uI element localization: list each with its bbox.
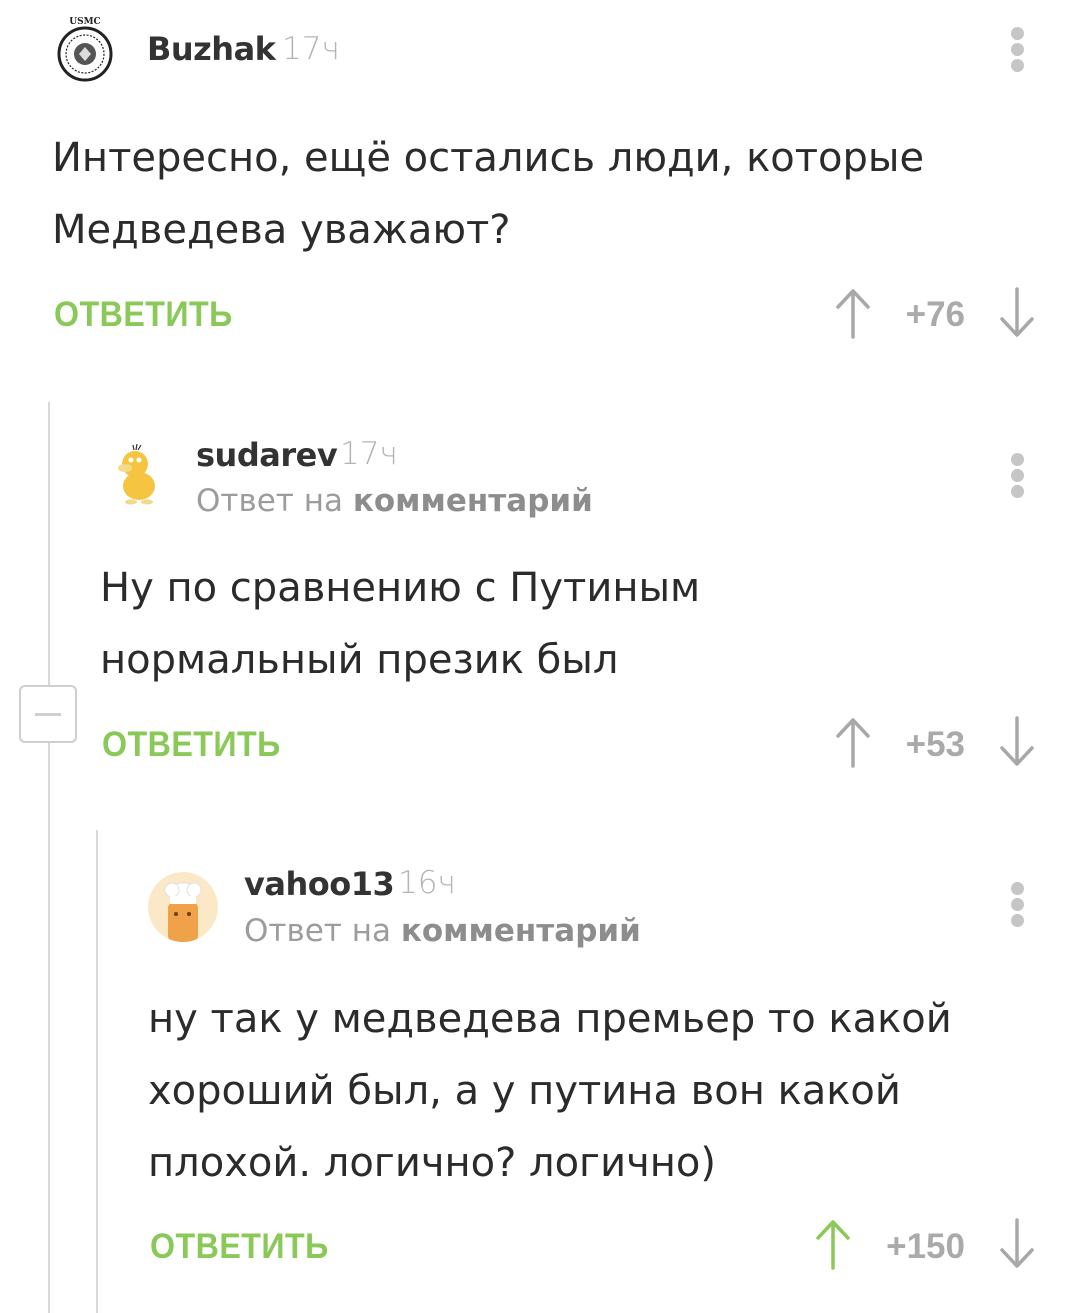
reply-to-prefix: Ответ на: [196, 483, 343, 519]
collapse-thread-button[interactable]: [19, 685, 77, 743]
comment-time: 17ч: [282, 31, 340, 67]
comment-rating: +76: [905, 295, 965, 334]
more-options-icon[interactable]: [1007, 882, 1027, 942]
avatar-text: USMC: [69, 17, 100, 27]
reply-button[interactable]: ОТВЕТИТЬ: [150, 1227, 329, 1267]
more-options-icon[interactable]: [1007, 27, 1027, 87]
reply-to-prefix: Ответ на: [244, 913, 391, 949]
chef-hat-face-icon: [148, 872, 218, 942]
reply-to-info: Ответ на комментарий: [196, 483, 593, 519]
comment-text-line: Медведева уважают?: [52, 207, 511, 253]
comment-author[interactable]: vahoo13: [244, 865, 395, 903]
comment-author[interactable]: Buzhak: [147, 30, 276, 68]
usmc-emblem-icon: USMC: [50, 14, 120, 84]
comment-rating: +53: [905, 725, 965, 764]
comment-time: 17ч: [340, 436, 398, 472]
reply-button[interactable]: ОТВЕТИТЬ: [102, 725, 281, 765]
downvote-arrow-icon[interactable]: [997, 287, 1037, 339]
yellow-duck-icon: [103, 440, 173, 510]
avatar[interactable]: USMC: [50, 14, 120, 84]
upvote-arrow-icon[interactable]: [833, 287, 873, 339]
comment-text-line: плохой. логично? логично): [148, 1140, 716, 1186]
comment-text-line: ну так у медведева премьер то какой: [148, 996, 952, 1042]
comment-text: ну так у медведева премьер то какой хоро…: [148, 983, 952, 1199]
more-options-icon[interactable]: [1007, 453, 1027, 513]
avatar[interactable]: [148, 872, 218, 942]
reply-to-link[interactable]: комментарий: [353, 483, 593, 519]
reply-button[interactable]: ОТВЕТИТЬ: [54, 295, 233, 335]
thread-line-level-2: [96, 830, 98, 1313]
comment-text-line: Интересно, ещё остались люди, которые: [52, 135, 925, 181]
avatar[interactable]: [103, 440, 173, 510]
downvote-arrow-icon[interactable]: [997, 716, 1037, 768]
comment-text: Интересно, ещё остались люди, которые Ме…: [52, 122, 924, 266]
reply-to-link[interactable]: комментарий: [401, 913, 641, 949]
comment-rating: +150: [886, 1227, 965, 1266]
comment-author[interactable]: sudarev: [196, 436, 338, 474]
comment-text-line: Ну по сравнению с Путиным: [100, 565, 701, 611]
upvote-arrow-icon[interactable]: [833, 716, 873, 768]
comment-time: 16ч: [398, 865, 456, 901]
downvote-arrow-icon[interactable]: [997, 1218, 1037, 1270]
comment-text-line: хороший был, а у путина вон какой: [148, 1068, 901, 1114]
comment-text-line: нормальный презик был: [100, 637, 619, 683]
comment-text: Ну по сравнению с Путиным нормальный пре…: [100, 552, 700, 696]
reply-to-info: Ответ на комментарий: [244, 913, 641, 949]
thread-line-level-1: [48, 402, 50, 1313]
upvote-arrow-icon[interactable]: [813, 1218, 853, 1270]
